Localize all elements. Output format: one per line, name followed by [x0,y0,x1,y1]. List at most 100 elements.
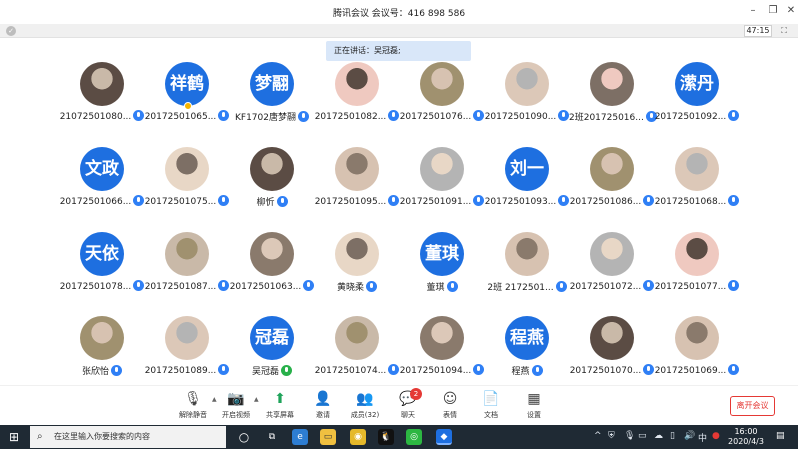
chat-button[interactable]: 💬 2 聊天 [390,388,426,420]
participant-tile[interactable]: 20172501068... [654,147,740,227]
video-label: 开启视频 [222,411,250,419]
tray-app-icon[interactable]: ● [712,431,720,441]
tray-input-method-icon[interactable]: 中 [698,431,707,444]
mic-icon [728,110,740,121]
participant-tile[interactable]: 20172501091... [399,147,485,227]
window-title: 腾讯会议 会议号：416 898 586 [332,9,466,19]
notifications-icon[interactable]: ▤ [776,431,785,441]
minimize-icon[interactable]: – [746,4,760,18]
browser-app-icon[interactable]: ◉ [350,429,366,445]
video-button[interactable]: 📷 开启视频 [218,390,254,420]
participant-tile[interactable]: 柳忻 [229,147,315,227]
participant-tile[interactable]: 20172501074... [314,316,400,396]
tencent-meeting-taskbar-icon[interactable]: ◆ [436,429,452,445]
participant-tile[interactable]: 2班201725016... [569,62,657,142]
participant-tile[interactable]: 20172501077... [654,232,740,312]
settings-button[interactable]: ▦ 设置 [516,390,552,420]
tray-chevron-icon[interactable]: ^ [594,431,602,441]
avatar-photo [590,232,634,276]
participant-tile[interactable]: 冠磊 吴冠磊 [229,316,315,396]
participant-tile[interactable]: 20172501087... [144,232,230,312]
leave-meeting-button[interactable]: 离开会议 [730,396,775,416]
reactions-button[interactable]: ☺ 表情 [432,390,468,420]
participant-tile[interactable]: 20172501070... [569,316,655,396]
taskbar-search-input[interactable]: ⌕ 在这里输入你要搜索的内容 [30,426,226,448]
mute-button[interactable]: 🎙 解除静音 [175,390,211,420]
mic-icon [558,110,570,121]
edge-browser-icon[interactable]: e [292,429,308,445]
participant-tile[interactable]: 梦翮 KF1702唐梦翮 [229,62,315,142]
participant-name: 柳忻 [256,198,275,208]
task-view-icon[interactable]: ⧉ [264,429,280,445]
mic-icon [297,111,309,122]
participant-tile[interactable]: 天依 20172501078... [59,232,145,312]
participant-name-row: 20172501093... [484,195,570,207]
participant-tile[interactable]: 20172501086... [569,147,655,227]
share-screen-button[interactable]: ⬆ 共享屏幕 [262,390,298,420]
mic-icon [728,195,740,206]
wechat-icon[interactable]: ◎ [406,429,422,445]
participant-name-row: 黄晓柔 [314,280,400,293]
tray-shield-icon[interactable]: ⛨ [608,431,615,441]
participant-tile[interactable]: 祥鹤 20172501065... [144,62,230,142]
participant-tile[interactable]: 20172501082... [314,62,400,142]
tray-network-icon[interactable]: ▯ [670,431,675,441]
participant-tile[interactable]: 文政 20172501066... [59,147,145,227]
participant-tile[interactable]: 黄晓柔 [314,232,400,312]
participant-tile[interactable]: 20172501095... [314,147,400,227]
participant-tile[interactable]: 20172501063... [229,232,315,312]
invite-button[interactable]: 👤 邀请 [305,390,341,420]
participant-tile[interactable]: 潆丹 20172501092... [654,62,740,142]
participant-name-row: 20172501070... [569,364,655,376]
docs-button[interactable]: 📄 文档 [473,390,509,420]
participant-name-row: 20172501069... [654,364,740,376]
avatar-photo [420,316,464,360]
file-explorer-icon[interactable]: ▭ [320,429,336,445]
participant-name-row: 吴冠磊 [229,364,315,377]
cortana-icon[interactable]: ○ [236,429,252,445]
participant-tile[interactable]: 20172501069... [654,316,740,396]
video-options-chevron-icon[interactable]: ▲ [254,396,259,403]
participant-tile[interactable]: 20172501090... [484,62,570,142]
qq-icon[interactable]: 🐧 [378,429,394,445]
participant-tile[interactable]: 20172501089... [144,316,230,396]
meeting-toolbar: 🎙 解除静音 ▲ 📷 开启视频 ▲ ⬆ 共享屏幕 👤 邀请 👥 成员(32) 💬… [0,385,798,425]
participant-name-row: 20172501091... [399,195,485,207]
participant-name-row: 20172501076... [399,110,485,122]
tray-mic-icon[interactable]: 🎙 [624,431,635,441]
participant-name: 20172501076... [399,112,472,122]
participant-tile[interactable]: 20172501075... [144,147,230,227]
tray-cloud-icon[interactable]: ☁ [654,431,663,441]
participant-tile[interactable]: 21072501080... [59,62,145,142]
clock-time: 16:00 [734,427,758,436]
participant-tile[interactable]: 董琪 董琪 [399,232,485,312]
participant-tile[interactable]: 刘一 20172501093... [484,147,570,227]
participant-tile[interactable]: 张欣怡 [59,316,145,396]
participant-name: 20172501072... [569,282,642,292]
mic-icon [133,195,145,206]
taskbar-clock[interactable]: 16:00 2020/4/3 [722,427,770,447]
tray-battery-icon[interactable]: ▭ [638,431,647,441]
tray-volume-icon[interactable]: 🔊 [684,431,695,441]
mute-options-chevron-icon[interactable]: ▲ [212,396,217,403]
participant-name: 2班201725016... [569,113,644,123]
avatar-initials: 天依 [80,232,124,276]
close-icon[interactable]: ✕ [784,4,798,18]
restore-icon[interactable]: ❐ [766,4,780,18]
participant-tile[interactable]: 20172501094... [399,316,485,396]
mic-icon [643,195,655,206]
fullscreen-icon[interactable]: ⛶ [778,25,790,37]
participant-name-row: 2班 2172501... [484,280,570,293]
participant-tile[interactable]: 20172501076... [399,62,485,142]
mic-icon [388,364,400,375]
participant-name-row: 20172501082... [314,110,400,122]
mic-icon [558,195,570,206]
mic-icon [218,110,230,121]
security-shield-icon[interactable]: ✓ [6,26,16,36]
participant-name: 20172501070... [569,366,642,376]
windows-start-icon[interactable]: ⊞ [0,425,28,449]
members-button[interactable]: 👥 成员(32) [347,390,383,420]
participant-tile[interactable]: 程燕 程燕 [484,316,570,396]
participant-tile[interactable]: 2班 2172501... [484,232,570,312]
participant-tile[interactable]: 20172501072... [569,232,655,312]
